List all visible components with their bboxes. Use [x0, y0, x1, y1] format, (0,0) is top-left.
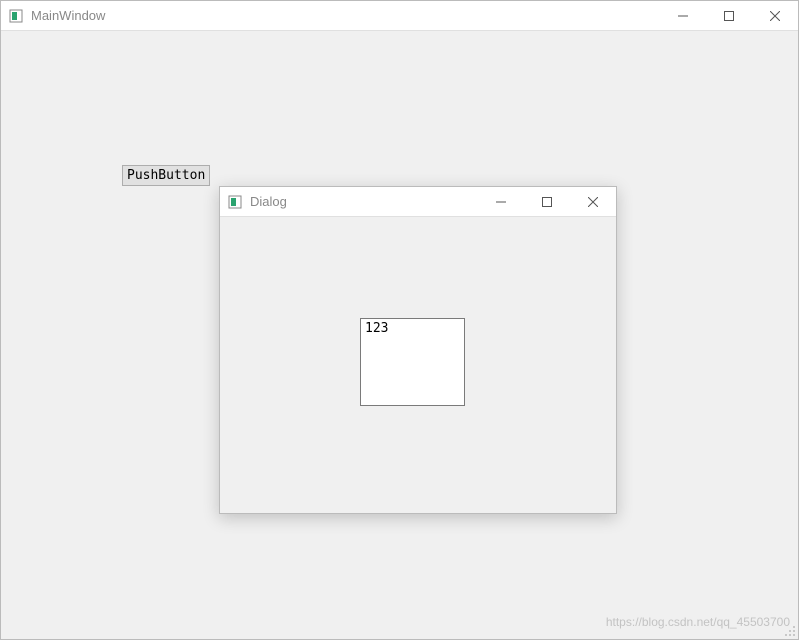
maximize-button[interactable]: [524, 187, 570, 216]
main-client-area: PushButton Dialog: [1, 31, 798, 639]
app-icon: [9, 9, 23, 23]
dialog-title: Dialog: [250, 194, 287, 209]
main-titlebar[interactable]: MainWindow: [1, 1, 798, 31]
minimize-button[interactable]: [478, 187, 524, 216]
app-icon: [228, 195, 242, 209]
dialog-titlebar[interactable]: Dialog: [220, 187, 616, 217]
main-window: MainWindow PushButton: [0, 0, 799, 640]
maximize-button[interactable]: [706, 1, 752, 30]
text-edit[interactable]: 123: [360, 318, 465, 406]
dialog-client-area: 123: [220, 217, 616, 513]
resize-grip-icon[interactable]: [784, 625, 796, 637]
close-button[interactable]: [752, 1, 798, 30]
push-button[interactable]: PushButton: [122, 165, 210, 186]
minimize-button[interactable]: [660, 1, 706, 30]
main-window-title: MainWindow: [31, 8, 105, 23]
dialog-window: Dialog 123: [219, 186, 617, 514]
watermark-text: https://blog.csdn.net/qq_45503700: [606, 615, 790, 629]
dialog-window-controls: [478, 187, 616, 216]
main-window-controls: [660, 1, 798, 30]
close-button[interactable]: [570, 187, 616, 216]
